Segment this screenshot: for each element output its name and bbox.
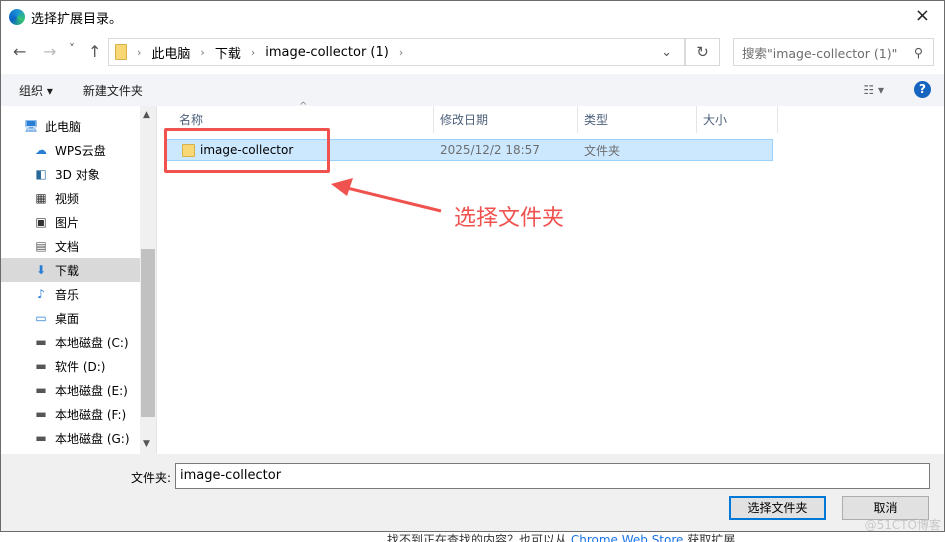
view-options-icon[interactable]: ☷ ▾ — [863, 83, 884, 97]
sidebar-item-label: 下载 — [55, 263, 80, 278]
background-text-suffix: 获取扩展 — [683, 533, 736, 542]
edge-icon — [9, 9, 25, 25]
breadcrumb-downloads[interactable]: 下载 — [215, 43, 241, 62]
chevron-right-icon[interactable]: › — [137, 46, 141, 59]
search-input[interactable]: 搜索"image-collector (1)" ⚲ — [733, 38, 934, 66]
chevron-right-icon[interactable]: › — [200, 46, 204, 59]
sidebar-item-label: 此电脑 — [45, 119, 82, 134]
sidebar-item-label: 本地磁盘 (C:) — [55, 335, 129, 350]
column-header-size[interactable]: 大小 — [697, 106, 778, 133]
scroll-down-icon[interactable]: ▼ — [143, 439, 150, 449]
sidebar-item[interactable]: ⬇ 下载 — [1, 258, 140, 282]
sidebar-item-icon: ▭ — [35, 311, 47, 325]
sidebar-item[interactable]: ▬ 软件 (D:) — [1, 354, 156, 378]
watermark: @51CTO博客 — [864, 518, 941, 532]
forward-button[interactable]: → — [43, 42, 56, 61]
sidebar-item-label: 本地磁盘 (F:) — [55, 407, 127, 422]
sidebar-item-icon: ♪ — [37, 287, 45, 301]
chevron-right-icon[interactable]: › — [251, 46, 255, 59]
scroll-up-icon[interactable]: ▲ — [143, 110, 150, 120]
sidebar-item[interactable]: ☁ WPS云盘 — [1, 138, 156, 162]
back-button[interactable]: ← — [13, 42, 26, 61]
sidebar-item[interactable]: ▬ 本地磁盘 (C:) — [1, 330, 156, 354]
sidebar-item-icon: ▬ — [35, 407, 47, 421]
sidebar-item-label: 本地磁盘 (G:) — [55, 431, 130, 446]
sidebar-item[interactable]: ▭ 桌面 — [1, 306, 156, 330]
toolbar: 组织 ▾ 新建文件夹 ☷ ▾ ? — [1, 74, 944, 106]
scrollbar-thumb[interactable] — [141, 249, 155, 417]
title-bar: 选择扩展目录。 × — [1, 1, 944, 33]
sidebar-item-icon: ▬ — [35, 335, 47, 349]
search-placeholder: 搜索"image-collector (1)" — [742, 45, 898, 61]
sidebar-item-icon: ⬇ — [35, 263, 47, 277]
column-header-date[interactable]: 修改日期 — [434, 106, 578, 133]
background-text: 找不到正在查找的内容？也可以从 — [387, 533, 571, 542]
sidebar-item-label: 本地磁盘 (E:) — [55, 383, 128, 398]
sidebar-item-label: 软件 (D:) — [55, 359, 106, 374]
annotation-text: 选择文件夹 — [454, 206, 565, 231]
sidebar-item[interactable]: ♪ 音乐 — [1, 282, 156, 306]
sidebar-item-label: 图片 — [55, 215, 80, 230]
sidebar-item[interactable]: ▤ 文档 — [1, 234, 156, 258]
sidebar-item[interactable]: ▬ 本地磁盘 (F:) — [1, 402, 156, 426]
background-page-text: 找不到正在查找的内容？也可以从 Chrome Web Store 获取扩展 — [387, 533, 735, 542]
breadcrumb-current[interactable]: image-collector (1) — [265, 45, 389, 60]
sidebar-item-icon: ◧ — [35, 167, 47, 181]
sidebar-item[interactable]: ▬ 本地磁盘 (G:) — [1, 426, 156, 450]
sidebar-item-icon: ▬ — [35, 359, 47, 373]
folder-icon — [115, 44, 127, 60]
sidebar-item[interactable]: ▬ 本地磁盘 (E:) — [1, 378, 156, 402]
new-folder-button[interactable]: 新建文件夹 — [83, 82, 143, 99]
recent-locations-button[interactable]: ˅ — [69, 42, 75, 56]
chevron-right-icon[interactable]: › — [399, 46, 403, 59]
column-header-type[interactable]: 类型 — [578, 106, 697, 133]
address-bar[interactable]: › 此电脑 › 下载 › image-collector (1) › ⌄ — [108, 38, 685, 66]
refresh-button[interactable]: ↻ — [685, 38, 720, 66]
select-folder-button[interactable]: 选择文件夹 — [729, 496, 826, 520]
folder-input[interactable]: image-collector — [175, 463, 930, 489]
sidebar-item-icon: ▣ — [35, 215, 47, 229]
sidebar-item-icon: ▬ — [35, 383, 47, 397]
sidebar-item[interactable]: ▣ 图片 — [1, 210, 156, 234]
sidebar-item[interactable]: ◧ 3D 对象 — [1, 162, 156, 186]
highlight-box — [164, 128, 330, 173]
sidebar-item[interactable]: 🖥 此电脑 — [1, 114, 156, 138]
sidebar-item-label: 视频 — [55, 191, 80, 206]
sidebar-item[interactable]: ▦ 视频 — [1, 186, 156, 210]
scrollbar[interactable]: ▲ ▼ — [140, 106, 156, 454]
close-button[interactable]: × — [915, 5, 930, 26]
folder-label: 文件夹: — [131, 471, 172, 485]
organize-menu[interactable]: 组织 ▾ — [19, 82, 53, 99]
chevron-down-icon[interactable]: ⌄ — [661, 45, 672, 60]
sidebar-item-label: 桌面 — [55, 311, 80, 326]
sidebar-item-icon: ▤ — [35, 239, 47, 253]
help-icon[interactable]: ? — [914, 81, 931, 98]
annotation-arrow — [331, 178, 442, 213]
navigation-bar: ← → ˅ ↑ › 此电脑 › 下载 › image-collector (1)… — [1, 38, 944, 66]
navigation-pane: 🖥 此电脑 ☁ WPS云盘 ◧ 3D 对象 ▦ 视频 ▣ 图片 ▤ 文档 ⬇ 下载 ♪ 音乐 ▭ 桌面 ▬ 本地磁盘 … — [1, 106, 157, 454]
breadcrumb-this-pc[interactable]: 此电脑 — [151, 43, 190, 62]
sidebar-item-icon: ▦ — [35, 191, 47, 205]
sidebar-item-label: 3D 对象 — [55, 167, 100, 182]
search-icon[interactable]: ⚲ — [914, 45, 923, 60]
chrome-web-store-link[interactable]: Chrome Web Store — [571, 533, 684, 542]
up-button[interactable]: ↑ — [88, 42, 101, 61]
select-folder-dialog: 选择扩展目录。 × ← → ˅ ↑ › 此电脑 › 下载 › image-col… — [0, 0, 945, 532]
file-date: 2025/12/2 18:57 — [440, 143, 540, 157]
sidebar-item-icon: ▬ — [35, 431, 47, 445]
dialog-title: 选择扩展目录。 — [31, 11, 123, 27]
sidebar-item-icon: 🖥 — [23, 119, 39, 133]
sidebar-item-icon: ☁ — [35, 143, 47, 157]
sidebar-item-label: WPS云盘 — [55, 143, 106, 158]
file-type: 文件夹 — [584, 143, 621, 158]
sidebar-item-label: 音乐 — [55, 287, 80, 302]
dialog-footer: 文件夹: image-collector 选择文件夹 取消 — [1, 454, 944, 531]
sidebar-item-label: 文档 — [55, 239, 80, 254]
